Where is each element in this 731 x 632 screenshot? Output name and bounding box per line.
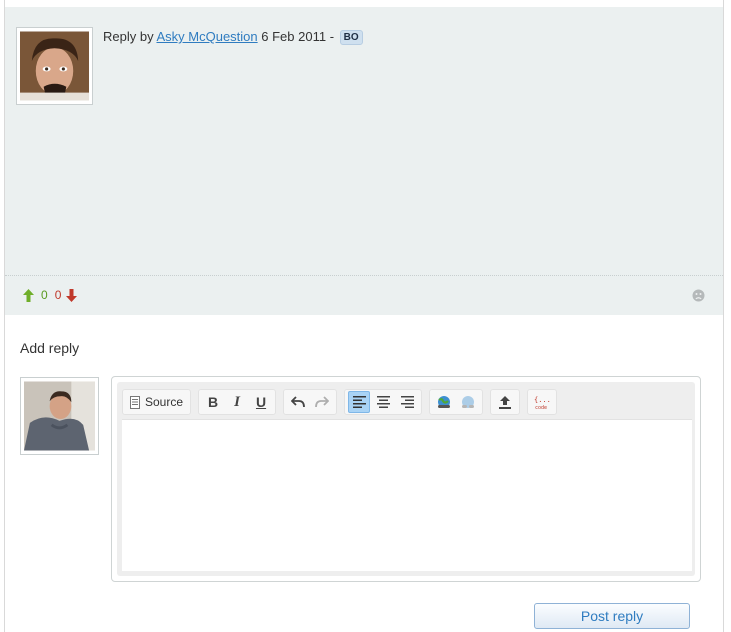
link-icon <box>438 396 451 408</box>
toolbar-group-align <box>344 389 423 415</box>
bold-button[interactable]: B <box>202 391 224 413</box>
underline-icon: U <box>255 394 267 410</box>
reply-text-area[interactable] <box>122 419 692 571</box>
unlink-icon <box>462 396 475 408</box>
current-user-avatar <box>20 377 99 455</box>
toolbar-group-upload <box>490 389 521 415</box>
editor-toolbar: Source B I U {... code <box>122 388 558 416</box>
align-left-icon <box>352 396 366 408</box>
align-left-button[interactable] <box>348 391 371 413</box>
code-icon: {...} code <box>534 396 551 410</box>
upload-button[interactable] <box>494 391 516 413</box>
reply-author-avatar[interactable] <box>16 27 93 105</box>
italic-icon: I <box>234 393 240 410</box>
vote-down-arrow-icon[interactable] <box>66 288 78 302</box>
italic-button[interactable]: I <box>226 391 248 413</box>
toolbar-group-code: {...} code <box>527 389 558 415</box>
bold-icon: B <box>207 394 219 410</box>
reply-separator: - <box>329 29 335 44</box>
document-icon <box>130 395 140 409</box>
toolbar-group-history <box>283 389 338 415</box>
unlink-button[interactable] <box>457 391 479 413</box>
source-button[interactable]: Source <box>126 391 187 413</box>
undo-button[interactable] <box>287 391 309 413</box>
reply-editor: Source B I U {... code <box>111 376 701 582</box>
avatar-photo <box>20 31 89 101</box>
redo-button[interactable] <box>311 391 333 413</box>
redo-icon <box>315 396 330 408</box>
code-button[interactable]: {...} code <box>531 391 553 413</box>
source-button-label: Source <box>145 395 184 409</box>
vote-up-count: 0 <box>41 288 48 302</box>
undo-icon <box>291 396 305 408</box>
post-reply-button[interactable]: Post reply <box>534 603 690 629</box>
reply-meta: Reply by Asky McQuestion 6 Feb 2011 - BO <box>103 29 363 45</box>
toolbar-group-format: B I U <box>198 389 277 415</box>
thread-frame: Reply by Asky McQuestion 6 Feb 2011 - BO… <box>4 0 724 632</box>
editor-chrome: Source B I U {... code <box>117 382 695 576</box>
underline-button[interactable]: U <box>250 391 272 413</box>
reply-prefix: Reply by <box>103 29 154 44</box>
upload-icon <box>499 395 512 409</box>
reply-footer: 0 0 <box>5 275 723 315</box>
link-button[interactable] <box>433 391 455 413</box>
align-center-icon <box>376 396 390 408</box>
reply-date: 6 Feb 2011 <box>261 29 327 44</box>
author-badge: BO <box>339 30 363 45</box>
align-center-button[interactable] <box>372 391 394 413</box>
reply-author-link[interactable]: Asky McQuestion <box>156 29 257 44</box>
vote-up-arrow-icon[interactable] <box>23 288 34 302</box>
vote-controls: 0 0 <box>23 288 78 302</box>
vote-down-count: 0 <box>54 288 62 302</box>
avatar-photo <box>24 381 95 451</box>
add-reply-heading: Add reply <box>20 340 80 356</box>
frown-icon[interactable] <box>692 289 705 302</box>
reply-card: Reply by Asky McQuestion 6 Feb 2011 - BO… <box>5 7 723 315</box>
align-right-icon <box>400 396 414 408</box>
svg-text:{...}: {...} <box>534 396 551 404</box>
toolbar-group-source: Source <box>122 389 192 415</box>
align-right-button[interactable] <box>396 391 418 413</box>
toolbar-group-link <box>429 389 484 415</box>
svg-text:code: code <box>535 405 547 410</box>
